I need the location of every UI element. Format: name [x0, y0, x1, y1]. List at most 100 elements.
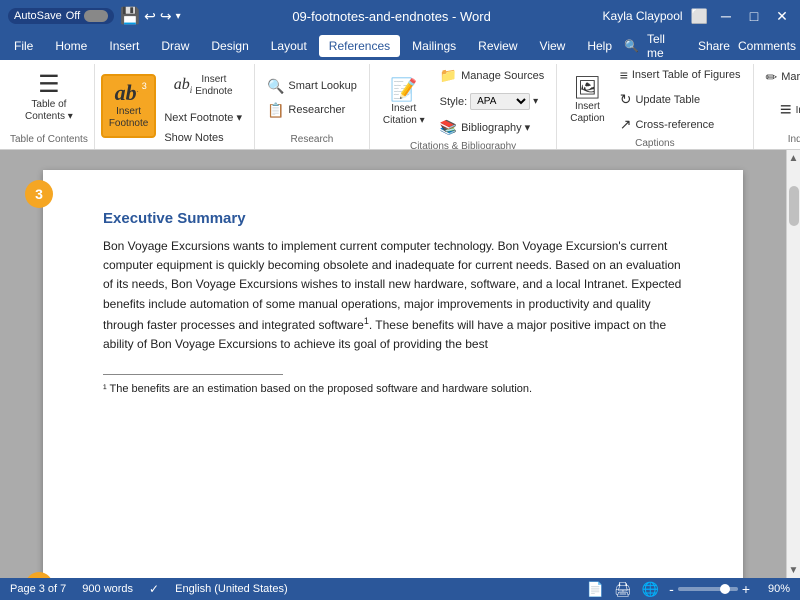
- step-3-circle: 3: [25, 180, 53, 208]
- scroll-thumb[interactable]: [789, 186, 799, 226]
- menu-help[interactable]: Help: [577, 35, 622, 57]
- mark-entry-button[interactable]: ✏ Mark Entry: [760, 66, 800, 89]
- tell-me-label[interactable]: Tell me: [647, 32, 682, 60]
- document-page-1: 3 Executive Summary Bon Voyage Excursion…: [43, 170, 743, 578]
- zoom-level[interactable]: 90%: [760, 583, 790, 595]
- undo-icon[interactable]: ↩: [144, 8, 156, 25]
- citations-buttons: 📝 InsertCitation ▾ 📁 Manage Sources Styl…: [376, 64, 550, 139]
- zoom-in-button[interactable]: +: [742, 581, 750, 597]
- autosave-label: AutoSave: [14, 10, 62, 22]
- table-of-contents-group-label: Table of Contents: [10, 134, 88, 145]
- ribbon-group-research: 🔍 Smart Lookup 📋 Researcher Research: [255, 64, 370, 149]
- menu-view[interactable]: View: [530, 35, 576, 57]
- manage-sources-button[interactable]: 📁 Manage Sources: [434, 64, 551, 87]
- autosave-toggle-switch[interactable]: [84, 10, 108, 22]
- ribbon-group-footnotes: 3 ab1 InsertFootnote abi InsertEndnote N…: [95, 64, 255, 149]
- word-count[interactable]: 900 words: [82, 583, 133, 595]
- content-area: 3 Executive Summary Bon Voyage Excursion…: [0, 150, 800, 578]
- insert-table-figures-button[interactable]: ≡ Insert Table of Figures: [614, 64, 747, 86]
- zoom-slider-container[interactable]: - +: [669, 581, 750, 597]
- show-notes-button[interactable]: Show Notes: [158, 129, 248, 147]
- bibliography-button[interactable]: 📚 Bibliography ▾: [434, 116, 551, 139]
- footnote-text: ¹ The benefits are an estimation based o…: [103, 383, 683, 395]
- menu-layout[interactable]: Layout: [261, 35, 317, 57]
- insert-table-figures-icon: ≡: [620, 67, 628, 83]
- researcher-button[interactable]: 📋 Researcher: [261, 99, 363, 122]
- update-table-button[interactable]: ↻ Update Table: [614, 88, 747, 111]
- maximize-button[interactable]: □: [744, 6, 764, 26]
- vertical-scrollbar[interactable]: ▲ ▼: [786, 150, 800, 578]
- insert-endnote-button[interactable]: abi InsertEndnote: [158, 66, 248, 106]
- view-web-icon[interactable]: 🌐: [642, 581, 659, 598]
- menu-draw[interactable]: Draw: [151, 35, 199, 57]
- footnote-divider: [103, 374, 283, 375]
- menu-references[interactable]: References: [319, 35, 400, 57]
- comments-button[interactable]: Comments: [738, 39, 796, 53]
- view-read-icon[interactable]: 📄: [586, 581, 603, 598]
- document-exec-title: Executive Summary: [103, 210, 683, 227]
- title-bar-left: AutoSave Off 💾 ↩ ↪ ▾: [8, 6, 181, 26]
- zoom-slider[interactable]: [678, 587, 738, 591]
- captions-buttons: 🖼 InsertCaption ≡ Insert Table of Figure…: [563, 64, 746, 136]
- menu-bar: File Home Insert Draw Design Layout Refe…: [0, 32, 800, 60]
- footnotes-buttons: 3 ab1 InsertFootnote abi InsertEndnote N…: [101, 64, 248, 147]
- mark-entry-icon: ✏: [766, 69, 778, 86]
- view-print-icon[interactable]: 🖨: [614, 581, 632, 598]
- menu-insert[interactable]: Insert: [99, 35, 149, 57]
- captions-col: ≡ Insert Table of Figures ↻ Update Table…: [614, 64, 747, 136]
- insert-citation-button[interactable]: 📝 InsertCitation ▾: [376, 70, 432, 134]
- ribbon-group-index: ✏ Mark Entry ≡ Index Index: [754, 64, 800, 149]
- next-footnote-button[interactable]: Next Footnote ▾: [158, 108, 248, 127]
- ribbon-display-icon[interactable]: ⬜: [691, 8, 708, 25]
- cross-reference-label: Cross-reference: [635, 119, 714, 131]
- save-icon[interactable]: 💾: [120, 6, 140, 26]
- insert-footnote-wrapper: 3 ab1 InsertFootnote: [101, 74, 156, 138]
- scroll-track[interactable]: [787, 166, 800, 562]
- user-name: Kayla Claypool: [603, 9, 683, 23]
- status-right: 📄 🖨 🌐 - + 90%: [586, 581, 790, 598]
- insert-citation-label: InsertCitation ▾: [383, 103, 425, 127]
- minimize-button[interactable]: ─: [716, 6, 736, 26]
- menu-file[interactable]: File: [4, 35, 43, 57]
- insert-caption-label: InsertCaption: [570, 101, 604, 125]
- endnote-col: abi InsertEndnote Next Footnote ▾ Show N…: [158, 64, 248, 147]
- title-bar: AutoSave Off 💾 ↩ ↪ ▾ 09-footnotes-and-en…: [0, 0, 800, 32]
- zoom-out-button[interactable]: -: [669, 581, 674, 597]
- mark-entry-label: Mark Entry: [781, 71, 800, 83]
- quick-access-dropdown-icon[interactable]: ▾: [176, 11, 181, 22]
- ribbon-group-citations: 📝 InsertCitation ▾ 📁 Manage Sources Styl…: [370, 64, 557, 149]
- insert-footnote-button[interactable]: 3 ab1 InsertFootnote: [101, 74, 156, 138]
- insert-citation-icon: 📝: [390, 77, 417, 103]
- smart-lookup-button[interactable]: 🔍 Smart Lookup: [261, 75, 363, 98]
- autosave-toggle[interactable]: AutoSave Off: [8, 8, 114, 24]
- researcher-label: Researcher: [288, 104, 345, 116]
- style-select[interactable]: APA MLA Chicago: [470, 93, 530, 110]
- cross-reference-button[interactable]: ↗ Cross-reference: [614, 113, 747, 136]
- insert-table-figures-label: Insert Table of Figures: [632, 69, 741, 81]
- document-scroll[interactable]: 3 Executive Summary Bon Voyage Excursion…: [0, 150, 786, 578]
- index-button[interactable]: ≡ Index: [760, 91, 800, 131]
- scroll-down-button[interactable]: ▼: [787, 562, 800, 578]
- share-button[interactable]: Share: [698, 39, 730, 53]
- manage-sources-icon: 📁: [440, 67, 457, 84]
- step3-badge: 3: [136, 78, 152, 94]
- close-button[interactable]: ✕: [772, 6, 792, 26]
- insert-endnote-icon: abi: [174, 76, 193, 95]
- insert-caption-button[interactable]: 🖼 InsertCaption: [563, 68, 611, 132]
- language-indicator[interactable]: English (United States): [175, 583, 288, 595]
- ribbon-group-captions: 🖼 InsertCaption ≡ Insert Table of Figure…: [557, 64, 753, 149]
- redo-icon[interactable]: ↪: [160, 8, 172, 25]
- scroll-up-button[interactable]: ▲: [787, 150, 800, 166]
- zoom-thumb[interactable]: [720, 584, 730, 594]
- step-4-circle: 4: [25, 572, 53, 578]
- style-dropdown-icon[interactable]: ▾: [533, 96, 538, 107]
- menu-design[interactable]: Design: [201, 35, 258, 57]
- style-row: Style: APA MLA Chicago ▾: [434, 90, 551, 113]
- menu-home[interactable]: Home: [45, 35, 97, 57]
- table-of-contents-button[interactable]: ☰ Table ofContents ▾: [18, 66, 80, 130]
- text-predicitions-icon: ✓: [149, 582, 159, 596]
- page-indicator[interactable]: Page 3 of 7: [10, 583, 66, 595]
- menu-mailings[interactable]: Mailings: [402, 35, 466, 57]
- menu-review[interactable]: Review: [468, 35, 527, 57]
- document-body: Bon Voyage Excursions wants to implement…: [103, 237, 683, 354]
